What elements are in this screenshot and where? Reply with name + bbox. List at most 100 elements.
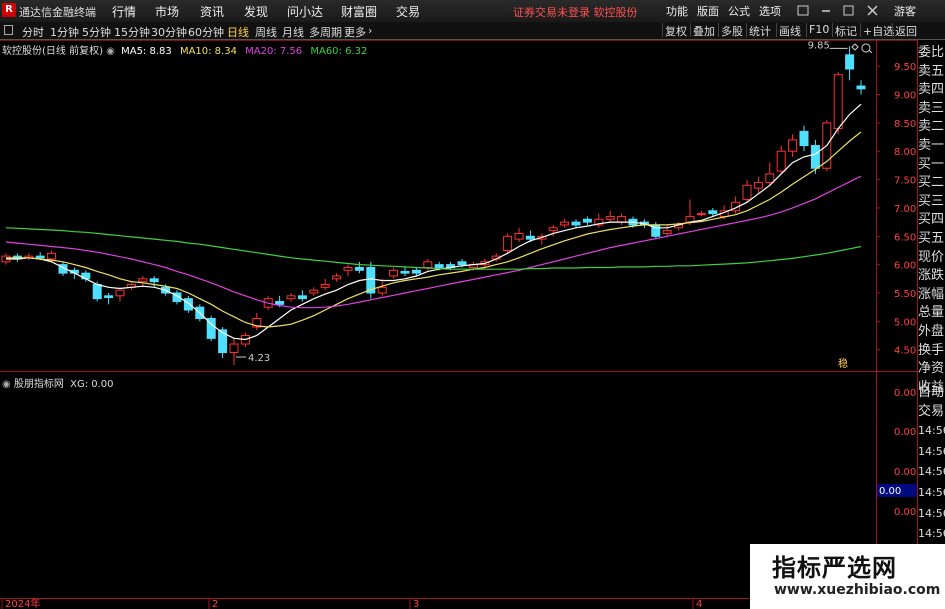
period-more[interactable]: 更多 (344, 24, 366, 40)
side-label: 涨幅 (918, 286, 945, 302)
current-value-box (877, 484, 917, 497)
candle (389, 267, 399, 279)
menu-trade[interactable]: 交易 (396, 3, 420, 20)
watermark-title: 指标严选网 (772, 554, 897, 582)
price-tick: 6.50 (894, 232, 916, 243)
layout-icon[interactable] (4, 25, 14, 36)
tool-adjust[interactable]: 复权 (662, 23, 689, 38)
app-title: 通达信金融终端 (19, 6, 96, 19)
candle (696, 210, 706, 217)
price-tick: 5.50 (894, 289, 916, 300)
app-logo: R (2, 3, 16, 17)
side-label: 卖一 (918, 137, 945, 153)
candle (320, 278, 330, 291)
ma60-label: MA60: 6.32 (310, 46, 368, 57)
chevron-right-icon[interactable]: › (368, 24, 372, 37)
trade-time: 14:56 (918, 527, 945, 541)
tool-f10[interactable]: F10 (806, 23, 831, 37)
indicator-tick: 0.00 (894, 388, 916, 399)
menu-discover[interactable]: 发现 (244, 3, 268, 20)
tool-stats[interactable]: 统计 (746, 23, 773, 38)
ma5-line (6, 103, 862, 341)
period-1min[interactable]: 1分钟 (50, 24, 79, 40)
marker-label: 稳 (838, 357, 848, 370)
candle (548, 224, 558, 237)
period-15min[interactable]: 15分钟 (114, 24, 150, 40)
candle (833, 71, 843, 135)
menu-options[interactable]: 选项 (759, 3, 781, 19)
tool-back[interactable]: 返回 (892, 23, 919, 38)
menu-function[interactable]: 功能 (666, 3, 688, 19)
candle (719, 205, 729, 220)
current-value: 0.00 (879, 486, 901, 497)
candle (468, 261, 478, 271)
candle-series (1, 46, 866, 365)
candle (582, 216, 592, 225)
candle (47, 250, 57, 262)
watermark: 指标严选网 www.xuezhibiao.com (750, 544, 945, 609)
period-multi[interactable]: 多周期 (309, 24, 342, 40)
candle (674, 222, 684, 231)
period-weekly[interactable]: 周线 (255, 24, 277, 40)
settings-icon[interactable]: ◉ (106, 46, 115, 57)
tool-multistock[interactable]: 多股 (718, 23, 745, 38)
quote-side-panel: 委比 卖五 卖四 卖三 卖二 卖一 买一 买二 买三 买四 买五 现价 涨跌 涨幅 总量 外盘 换手 净资 收益 (918, 44, 945, 397)
candle (434, 261, 444, 271)
month-label: 2024年 (5, 597, 40, 609)
period-30min[interactable]: 30分钟 (151, 24, 187, 40)
tool-overlay[interactable]: 叠加 (690, 23, 717, 38)
candle (605, 210, 615, 223)
candle (240, 332, 250, 347)
candle (685, 199, 695, 225)
menu-news[interactable]: 资讯 (200, 3, 224, 20)
diamond-icon (851, 43, 859, 51)
side-label: 卖三 (918, 100, 945, 116)
indicator-tick: 0.00 (894, 507, 916, 518)
candle (457, 258, 467, 268)
side-label: 买五 (918, 230, 945, 246)
menu-wealth[interactable]: 财富圈 (341, 3, 377, 20)
candle (617, 213, 627, 225)
tool-mark[interactable]: 标记 (832, 23, 859, 38)
candle (525, 230, 535, 242)
menu-ask[interactable]: 问小达 (287, 3, 323, 20)
side-label: 买三 (918, 193, 945, 209)
candle (12, 253, 22, 262)
indicator-tick: 0.00 (894, 427, 916, 438)
tool-add-watchlist[interactable]: +自选 (860, 23, 896, 38)
side-label: 买二 (918, 175, 945, 191)
menu-formula[interactable]: 公式 (728, 3, 750, 19)
candle (366, 261, 376, 299)
menu-quotes[interactable]: 行情 (112, 3, 136, 20)
candle (537, 233, 547, 245)
trade-time: 14:56 (918, 424, 945, 438)
period-monthly[interactable]: 月线 (282, 24, 304, 40)
candle (81, 270, 91, 282)
period-60min[interactable]: 60分钟 (188, 24, 224, 40)
candle (69, 267, 79, 279)
tool-draw[interactable]: 画线 (776, 23, 803, 38)
user-label[interactable]: 游客 (894, 3, 916, 19)
candle (776, 145, 786, 174)
price-tick: 8.00 (894, 147, 916, 158)
candle (799, 125, 809, 152)
period-daily[interactable]: 日线 (227, 24, 249, 40)
candle (594, 213, 604, 228)
period-5min[interactable]: 5分钟 (82, 24, 111, 40)
side-label: 委比 (918, 45, 945, 60)
candle (138, 275, 148, 288)
candle (411, 267, 421, 276)
period-intraday[interactable]: 分时 (22, 24, 44, 40)
candle (24, 253, 34, 261)
settings-icon[interactable]: ◉ (2, 379, 11, 390)
candle (126, 281, 136, 291)
side-label: 买四 (918, 212, 945, 228)
menu-market[interactable]: 市场 (155, 3, 179, 20)
candle (206, 315, 216, 342)
candle (446, 261, 456, 271)
candle (845, 46, 855, 81)
menu-layout[interactable]: 版面 (697, 3, 719, 19)
side-label: 净资 (918, 361, 945, 377)
candle (810, 139, 820, 174)
trade-time: 14:56 (918, 506, 945, 520)
